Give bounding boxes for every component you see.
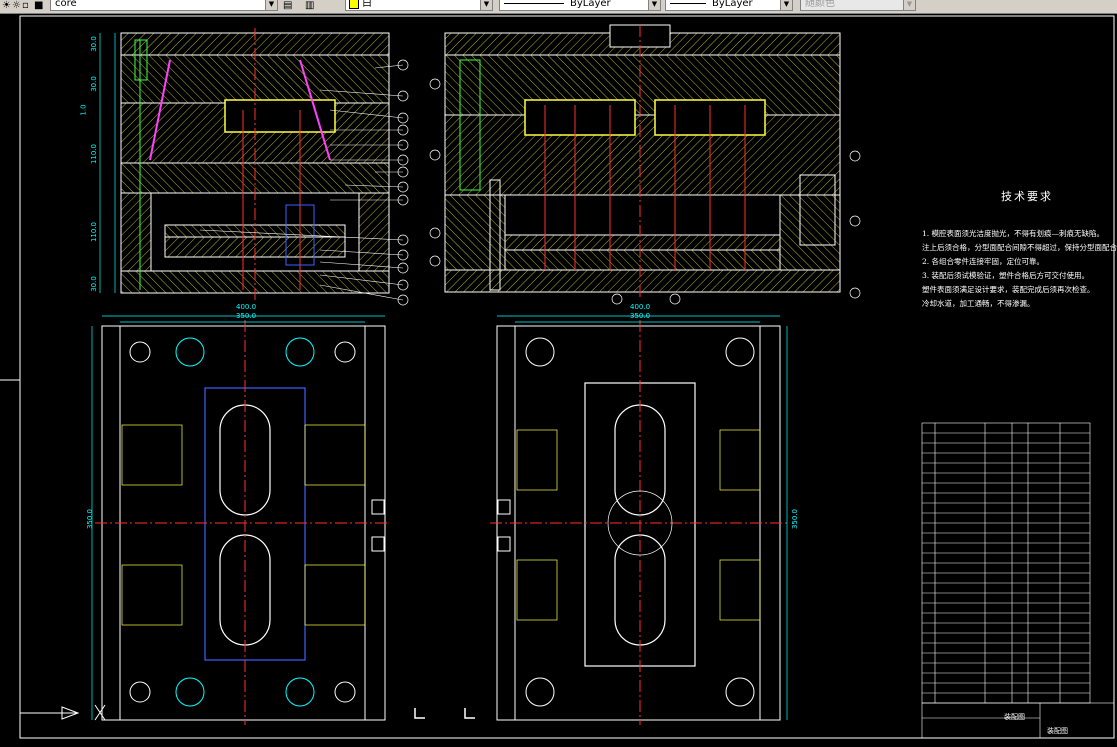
technical-requirements: 技术要求 1. 模腔表面须光洁度抛光，不得有划痕—刺痕无缺陷。 注上后须合格，分… [922, 188, 1117, 310]
spacer-block-right [358, 192, 390, 272]
chevron-down-icon[interactable]: ▼ [903, 0, 915, 10]
spacer-r-left [444, 194, 506, 271]
core-plate-r [444, 114, 841, 196]
tech-line-5: 塑件表面须满足设计要求，装配完成后须再次检查。 [922, 285, 1095, 294]
layer-lock-icon[interactable]: ▫ [22, 0, 29, 12]
slider-r-2 [516, 559, 558, 621]
slider-right-1 [304, 424, 366, 486]
properties-toolbar: ☀ ☼ ▫ ■ core ▼ ▤ ▥ 白 ▼ ByLayer ▼ ByLayer… [0, 0, 1117, 14]
dim-right-height: 350.0 [791, 508, 800, 530]
bottom-clamp-r [444, 269, 841, 293]
slider-left-1 [121, 424, 183, 486]
dim-right-inner: 350.0 [630, 312, 651, 320]
dim-section-v1: 30.0 [89, 36, 98, 52]
dim-section-v5: 30.0 [89, 276, 98, 292]
left-plan-view [91, 315, 390, 725]
ejector-retainer-r [504, 234, 781, 251]
cavity-plate-r [444, 54, 841, 116]
corner-holes [129, 337, 356, 707]
layer-dropdown-value: core [55, 0, 77, 9]
part-cavity-r1 [524, 99, 636, 136]
tech-line-2: 注上后须合格，分型面配合间隙不得超过，保持分型面配合锐边。 [922, 243, 1117, 252]
corner-marks [414, 708, 475, 719]
drawing-canvas[interactable] [0, 13, 1117, 743]
color-dropdown[interactable]: 白 ▼ [345, 0, 493, 11]
dim-section-overall: 1.0 [79, 104, 88, 116]
tech-line-6: 冷却水道，加工通畅，不得渗漏。 [922, 299, 1035, 308]
slider-r-1 [516, 429, 558, 491]
chevron-down-icon[interactable]: ▼ [648, 0, 660, 10]
dim-section-v3: 110.0 [90, 143, 99, 165]
water-fitting-1 [371, 499, 385, 515]
color-swatch-icon [349, 0, 359, 9]
tech-line-3: 2. 各组合零件连接牢固，定位可靠。 [922, 257, 1045, 266]
lineweight-dropdown-value: ByLayer [712, 0, 753, 9]
title-block-name-2: 装配图 [1047, 727, 1068, 735]
chevron-down-icon[interactable]: ▼ [780, 0, 792, 10]
dim-left-height: 350.0 [86, 508, 95, 530]
dim-left-inner: 350.0 [236, 312, 257, 320]
tech-line-1: 1. 模腔表面须光洁度抛光，不得有划痕—刺痕无缺陷。 [922, 229, 1105, 238]
layer-sun-icon[interactable]: ☼ [12, 0, 21, 12]
title-block-name: 装配图 [1004, 713, 1025, 721]
layer-previous-icon[interactable]: ▥ [305, 0, 314, 12]
technical-requirements-title: 技术要求 [1001, 190, 1053, 203]
dim-section-v4: 110.0 [90, 221, 99, 243]
slider-left-2 [121, 564, 183, 626]
water-fitting-r1 [497, 499, 511, 515]
slider-r-3 [719, 429, 761, 491]
slider-r-4 [719, 559, 761, 621]
slider-right-2 [304, 564, 366, 626]
color-dropdown-value: 白 [362, 0, 372, 9]
part-cavity [224, 99, 336, 133]
water-fitting-2 [371, 536, 385, 552]
plotstyle-dropdown[interactable]: 随颜色 ▼ [800, 0, 916, 11]
bom-table [921, 422, 1091, 704]
left-section-view [99, 28, 409, 306]
tech-line-4: 3. 装配后须试模验证，塑件合格后方可交付使用。 [922, 271, 1090, 280]
layer-manager-icon[interactable]: ▤ [283, 0, 292, 12]
layer-state-icon[interactable]: ☀ [2, 0, 11, 12]
linetype-dropdown[interactable]: ByLayer ▼ [499, 0, 661, 11]
right-section-view [429, 24, 861, 305]
ejector-plate-r [504, 249, 781, 271]
lineweight-dropdown[interactable]: ByLayer ▼ [665, 0, 793, 11]
linetype-sample-icon [504, 3, 564, 4]
right-plan-view [490, 315, 790, 725]
spacer-block-left [120, 192, 152, 272]
dim-left-width: 400.0 [236, 303, 257, 311]
linetype-dropdown-value: ByLayer [570, 0, 611, 9]
spacer-r-right [779, 194, 841, 271]
layer-dropdown[interactable]: core ▼ [50, 0, 278, 11]
chevron-down-icon[interactable]: ▼ [480, 0, 492, 10]
dim-section-v2: 30.0 [89, 76, 98, 92]
cad-drawing [0, 15, 1115, 739]
plotstyle-dropdown-value: 随颜色 [805, 0, 835, 9]
layer-color-swatch-icon[interactable]: ■ [34, 0, 43, 12]
dim-right-width: 400.0 [630, 303, 651, 311]
lineweight-sample-icon [670, 3, 706, 4]
water-fitting-r2 [497, 536, 511, 552]
balloons [397, 59, 409, 306]
chevron-down-icon[interactable]: ▼ [265, 0, 277, 10]
